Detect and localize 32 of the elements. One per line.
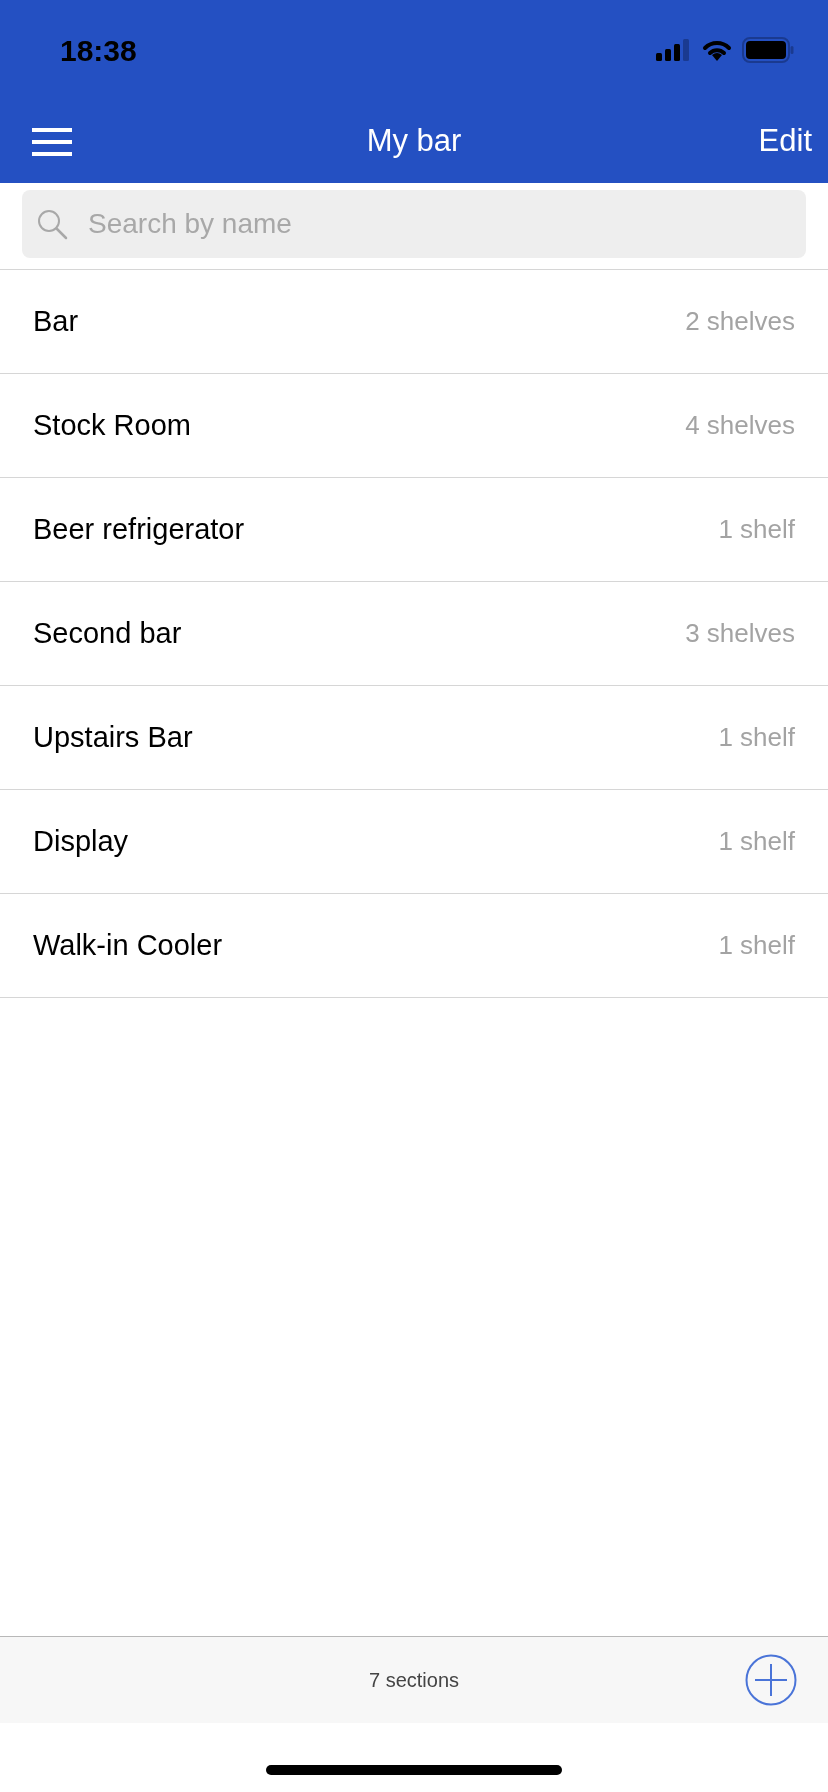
battery-icon: [742, 37, 794, 63]
signal-icon: [656, 39, 692, 61]
status-time: 18:38: [60, 32, 137, 69]
section-count: 7 sections: [368, 1668, 460, 1693]
add-icon[interactable]: [745, 1654, 797, 1706]
shelf-count: 1 shelf: [718, 929, 795, 962]
shelf-count: 1 shelf: [718, 825, 795, 858]
section-name: Bar: [33, 303, 79, 339]
search-field[interactable]: Search by name: [22, 190, 806, 258]
search-icon: [36, 208, 68, 240]
wifi-icon: [702, 39, 732, 61]
section-row[interactable]: Upstairs Bar 1 shelf: [0, 686, 828, 790]
section-row[interactable]: Second bar 3 shelves: [0, 582, 828, 686]
shelf-count: 3 shelves: [685, 617, 795, 650]
menu-button[interactable]: [32, 125, 72, 158]
section-name: Display: [33, 823, 129, 859]
section-row[interactable]: Walk-in Cooler 1 shelf: [0, 894, 828, 998]
section-row[interactable]: Stock Room 4 shelves: [0, 374, 828, 478]
shelf-count: 2 shelves: [685, 305, 795, 338]
section-name: Beer refrigerator: [33, 511, 245, 547]
section-name: Stock Room: [33, 407, 191, 443]
page-title: My bar: [366, 122, 462, 161]
section-name: Walk-in Cooler: [33, 927, 223, 963]
section-row[interactable]: Bar 2 shelves: [0, 270, 828, 374]
section-name: Upstairs Bar: [33, 719, 193, 755]
shelf-count: 1 shelf: [718, 721, 795, 754]
shelf-count: 1 shelf: [718, 513, 795, 546]
section-row[interactable]: Display 1 shelf: [0, 790, 828, 894]
edit-button[interactable]: Edit: [758, 118, 812, 165]
shelf-count: 4 shelves: [685, 409, 795, 442]
section-name: Second bar: [33, 615, 182, 651]
section-row[interactable]: Beer refrigerator 1 shelf: [0, 478, 828, 582]
